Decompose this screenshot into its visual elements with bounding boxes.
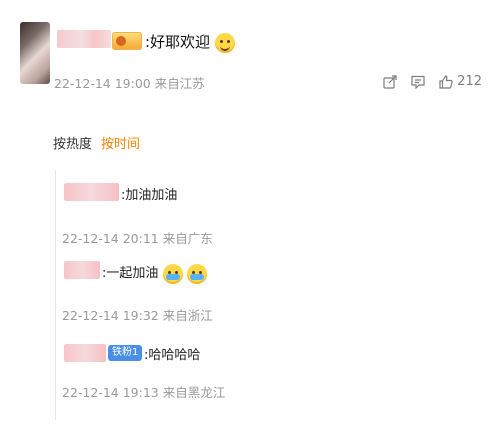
- comment-text: :好耶欢迎: [145, 31, 235, 53]
- fan-badge: [112, 32, 142, 50]
- reply-time: 22-12-14 19:13: [62, 385, 159, 400]
- reply-username-blurred[interactable]: [64, 261, 100, 279]
- smile-emoji-icon: [214, 32, 235, 53]
- reply-text-2: :一起加油: [102, 266, 159, 281]
- comment-time: 22-12-14 19:00: [54, 76, 151, 91]
- reply-text: :加油加油: [121, 184, 177, 203]
- badge-label: 铁粉1: [112, 347, 139, 358]
- tab-sort-time[interactable]: 按时间: [101, 133, 140, 152]
- tab-sort-hot[interactable]: 按热度: [53, 133, 92, 152]
- reply-location: 来自浙江: [162, 308, 213, 323]
- like-count: 212: [457, 74, 482, 89]
- crying-emoji-icon: [186, 263, 207, 284]
- reply-location: 来自广东: [162, 231, 213, 246]
- comment-meta: 22-12-14 19:00 来自江苏: [54, 73, 205, 92]
- reply-list: :加油加油 22-12-14 20:11 来自广东 :一起加油 22-12-14…: [55, 170, 483, 420]
- reply-text-3: :哈哈哈哈: [144, 348, 201, 363]
- reply-time: 22-12-14 19:32: [62, 308, 159, 323]
- reply-text: :一起加油: [102, 262, 207, 284]
- reply-time: 22-12-14 20:11: [62, 231, 159, 246]
- avatar[interactable]: [20, 22, 50, 84]
- comment-icon[interactable]: [411, 75, 425, 89]
- username-blurred[interactable]: [57, 30, 111, 48]
- fan-level-badge: 铁粉1: [108, 345, 143, 361]
- comment-location: 来自江苏: [154, 76, 205, 91]
- reply-username-blurred[interactable]: [64, 183, 119, 201]
- reply-text-1: :加油加油: [121, 188, 178, 203]
- comment-actions: 212: [383, 74, 482, 89]
- share-icon[interactable]: [383, 74, 397, 89]
- reply-meta: 22-12-14 19:32 来自浙江: [62, 305, 213, 324]
- reply-username-blurred[interactable]: [64, 344, 106, 362]
- like-icon[interactable]: [439, 74, 453, 89]
- reply-location: 来自黑龙江: [162, 385, 226, 400]
- reply-meta: 22-12-14 19:13 来自黑龙江: [62, 382, 225, 401]
- crying-emoji-icon: [162, 263, 183, 284]
- reply-meta: 22-12-14 20:11 来自广东: [62, 228, 213, 247]
- reply-text: :哈哈哈哈: [144, 344, 200, 363]
